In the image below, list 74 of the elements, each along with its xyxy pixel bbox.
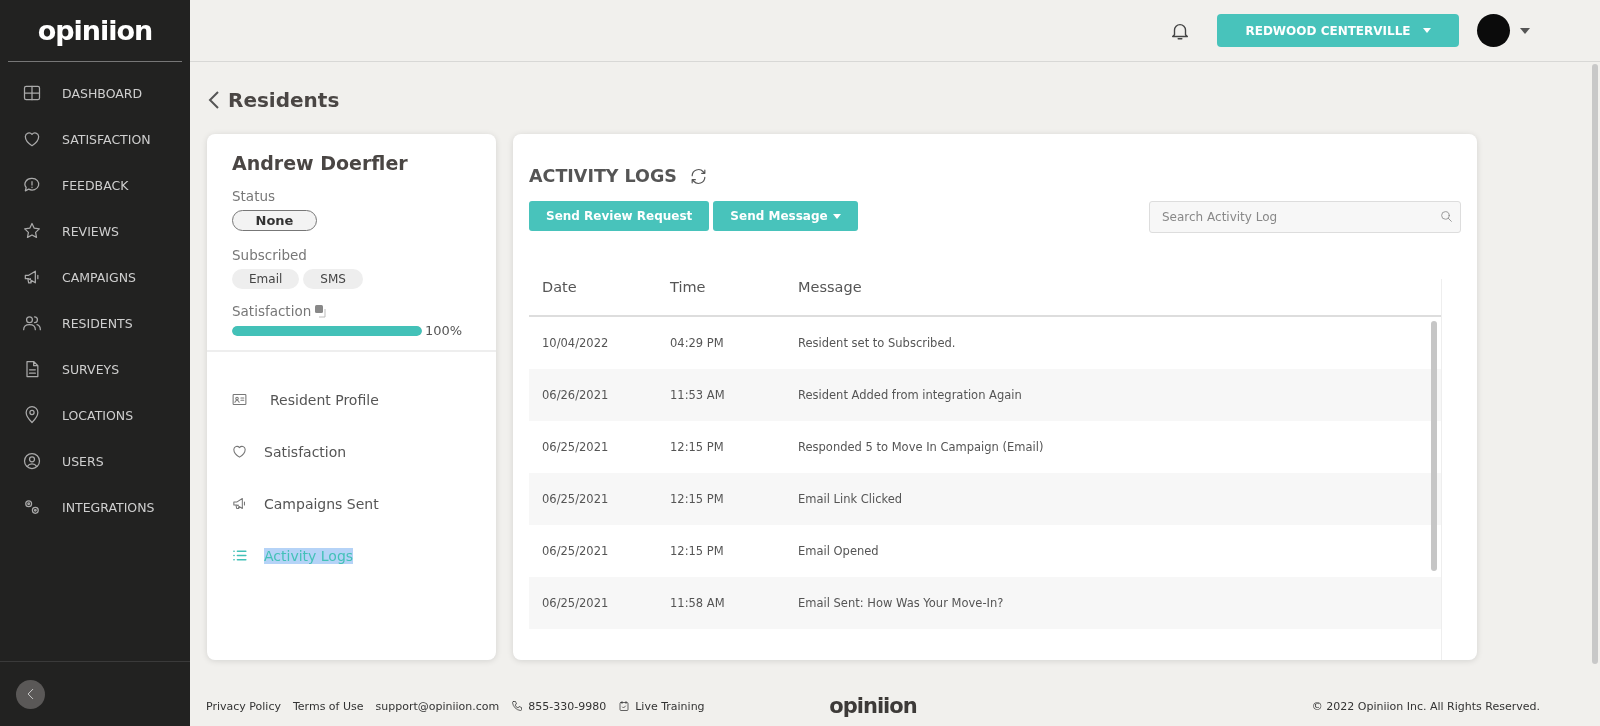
sidebar-item[interactable]: INTEGRATIONS — [0, 484, 190, 530]
calendar-icon — [618, 700, 631, 712]
table-cell-text: 10/04/2022 — [542, 336, 610, 350]
resident-menu-item[interactable]: Campaigns Sent — [231, 492, 496, 515]
collapse-sidebar-button[interactable] — [16, 679, 45, 709]
subscribed-label: Subscribed — [232, 247, 308, 263]
star-icon — [22, 221, 42, 241]
status-pill: None — [232, 210, 317, 231]
table-cell-text: 06/25/2021 — [542, 596, 610, 610]
table-cell-text: 11:58 AM — [670, 596, 726, 610]
copy-icon[interactable] — [315, 304, 329, 318]
back-chevron-icon[interactable] — [208, 90, 220, 110]
sidebar-item[interactable]: CAMPAIGNS — [0, 254, 190, 300]
footer-link[interactable]: Privacy Policy — [206, 699, 281, 713]
scrollbar[interactable] — [1592, 64, 1598, 664]
page-title: Residents — [228, 88, 340, 112]
sidebar-item[interactable]: REVIEWS — [0, 208, 190, 254]
column-header[interactable]: Time — [670, 279, 798, 295]
search-field[interactable]: Search Activity Log — [1149, 201, 1461, 233]
caret-down-icon[interactable] — [1520, 27, 1530, 34]
table-cell-text: Email Opened — [798, 544, 880, 558]
resident-menu-item[interactable]: Satisfaction — [231, 440, 496, 463]
search-icon — [1440, 210, 1453, 223]
column-header[interactable]: Message — [798, 279, 1441, 295]
sidebar-item[interactable]: USERS — [0, 438, 190, 484]
sidebar-item[interactable]: LOCATIONS — [0, 392, 190, 438]
phone-icon — [511, 700, 524, 712]
avatar[interactable] — [1477, 14, 1510, 47]
subscription-chip: SMS — [303, 269, 363, 289]
table-cell-text: 06/25/2021 — [542, 492, 610, 506]
footer-link[interactable]: Terms of Use — [292, 699, 364, 713]
satisfaction-percent: 100% — [425, 323, 463, 338]
table-cell-text: 06/25/2021 — [542, 440, 610, 454]
table-cell-text: 06/26/2021 — [542, 388, 610, 402]
satisfaction-label: Satisfaction — [232, 303, 312, 319]
sidebar-item[interactable]: SURVEYS — [0, 346, 190, 392]
people-icon — [22, 313, 42, 333]
column-header[interactable]: Date — [542, 279, 670, 295]
table-cell-text: 12:15 PM — [670, 440, 725, 454]
grid-icon — [22, 83, 42, 103]
table-cell-text: 11:53 AM — [670, 388, 726, 402]
caret-down-icon — [832, 213, 841, 219]
table-cell-text: Responded 5 to Move In Campaign (Email) — [798, 440, 1045, 454]
heart-icon — [22, 129, 42, 149]
caret-down-icon — [1422, 28, 1431, 33]
sidebar-item[interactable]: DASHBOARD — [0, 70, 190, 116]
footer-link[interactable]: support@opiniion.com — [375, 699, 500, 713]
gears-icon — [22, 497, 42, 517]
table-cell-text: 12:15 PM — [670, 544, 725, 558]
resident-menu-item[interactable]: Resident Profile — [231, 388, 496, 411]
status-label: Status — [232, 188, 277, 204]
opiniion-logo: opiniion — [829, 694, 917, 718]
resident-name: Andrew Doerfler — [232, 152, 409, 174]
table-cell-text: 06/25/2021 — [542, 544, 610, 558]
heart-icon — [231, 443, 248, 460]
megaphone-icon — [231, 495, 248, 512]
live-training-link[interactable]: Live Training — [635, 699, 705, 713]
table-cell-text: Email Sent: How Was Your Move-In? — [798, 596, 1005, 610]
table-cell-text: 12:15 PM — [670, 492, 725, 506]
table-cell-text: Email Link Clicked — [798, 492, 904, 506]
scrollbar[interactable] — [1431, 321, 1437, 571]
id-card-icon — [231, 391, 248, 408]
user-circle-icon — [22, 451, 42, 471]
activity-logs-title: ACTIVITY LOGS — [529, 166, 677, 186]
copyright-text: © 2022 Opiniion Inc. All Rights Reserved. — [1310, 699, 1540, 713]
sidebar-item[interactable]: RESIDENTS — [0, 300, 190, 346]
sidebar-item[interactable]: FEEDBACK — [0, 162, 190, 208]
opiniion-logo[interactable]: opiniion — [37, 15, 153, 46]
table-cell-text: Resident Added from integration Again — [798, 388, 1023, 402]
sidebar-item[interactable]: SATISFACTION — [0, 116, 190, 162]
table-cell-text: Resident set to Subscribed. — [798, 336, 957, 350]
subscription-chip: Email — [232, 269, 300, 289]
phone-link[interactable]: 855-330-9980 — [528, 699, 607, 713]
table-cell-text: 04:29 PM — [670, 336, 725, 350]
